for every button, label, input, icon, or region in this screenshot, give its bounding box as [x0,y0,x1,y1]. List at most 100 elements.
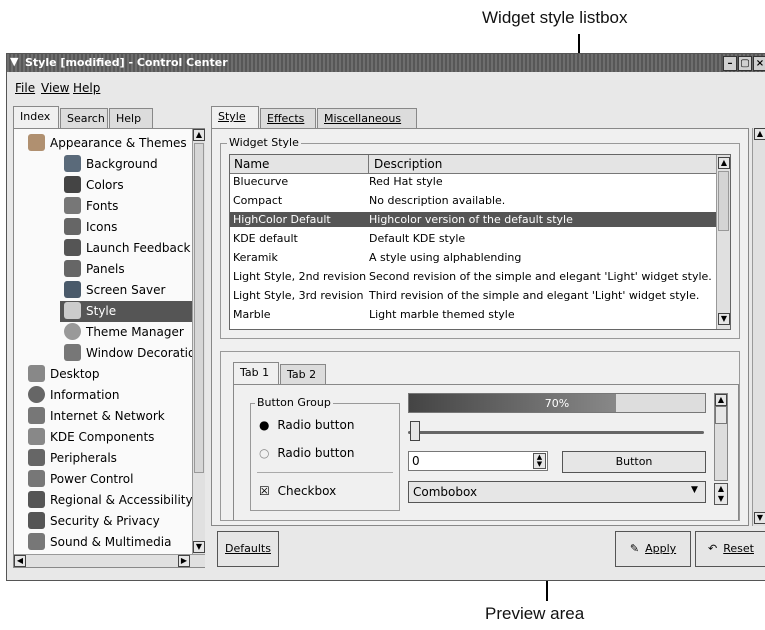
button-group: Button Group ● Radio button ○ Radio butt… [250,396,400,511]
tree-item-fonts[interactable]: Fonts [14,196,192,217]
list-item[interactable]: HighColor Default Highcolor version of th… [230,212,716,227]
callout-widget-style-listbox: Widget style listbox [482,8,628,27]
list-item[interactable]: KDE default Default KDE style [230,231,716,246]
control-center-window: ▼ Style [modified] - Control Center – ▢ … [6,53,765,581]
main-vertical-scrollbar[interactable]: ▲ ▼ [752,128,765,526]
launch-feedback-icon [64,239,81,256]
combobox[interactable]: Combobox ▼ [408,481,706,503]
title-bar[interactable]: ▼ Style [modified] - Control Center – ▢ … [7,54,765,72]
list-item-description: Default KDE style [369,232,466,245]
tree-item-style[interactable]: Style [60,301,192,322]
list-item[interactable]: Keramik A style using alphablending [230,250,716,265]
listbox-scroll-thumb[interactable] [718,171,729,231]
list-item-description: Highcolor version of the default style [369,213,573,226]
combobox-value: Combobox [413,485,478,499]
tree-item-theme-manager[interactable]: Theme Manager [14,322,192,343]
list-item-description: No description available. [369,194,506,207]
apply-button[interactable]: ✎ Apply [615,531,691,567]
column-header-name[interactable]: Name [234,157,269,171]
list-item[interactable]: Light Style, 3rd revision Third revision … [230,288,716,303]
icons-icon [64,218,81,235]
preview-vertical-scrollbar[interactable]: ▲ [714,393,728,481]
tree-item-regional-accessibility[interactable]: Regional & Accessibility [16,490,192,511]
close-icon[interactable]: × [753,56,765,71]
security-privacy-icon [28,512,45,529]
listbox-scroll-up-icon[interactable]: ▲ [718,157,730,169]
list-item-name: HighColor Default [233,213,331,226]
window-menu-icon[interactable]: ▼ [10,55,18,68]
minimize-icon[interactable]: – [723,56,737,71]
listbox-header: Name Description [230,155,716,174]
tab-search[interactable]: Search [60,108,108,128]
tree-item-panels[interactable]: Panels [14,259,192,280]
preview-spin-arrows-icon[interactable]: ▲ ▼ [714,483,728,505]
list-item[interactable]: Light Style, 2nd revision Second revision… [230,269,716,284]
list-item-name: Light Style, 3rd revision [233,289,364,302]
listbox-scroll-down-icon[interactable]: ▼ [718,313,730,325]
tab-help[interactable]: Help [109,108,153,128]
style-icon [64,302,81,319]
radio-button-1[interactable]: ● Radio button [259,418,354,432]
menu-bar: File View Help [7,73,765,95]
list-item-name: Marble [233,308,271,321]
main-scroll-down-icon[interactable]: ▼ [754,512,765,524]
tree-item-icons[interactable]: Icons [14,217,192,238]
tree-item-background[interactable]: Background [14,154,192,175]
preview-tab-1[interactable]: Tab 1 [233,362,279,384]
tab-effects[interactable]: Effects [260,108,316,128]
tab-miscellaneous[interactable]: Miscellaneous [317,108,417,128]
spinbox[interactable]: 0 ▲ ▼ [408,451,548,471]
spinbox-value: 0 [412,454,420,468]
tree-horizontal-scrollbar[interactable]: ◀ ▶ [14,554,205,567]
column-header-description[interactable]: Description [374,157,442,171]
scroll-left-arrow-icon[interactable]: ◀ [14,555,26,567]
slider-track [408,431,704,434]
list-item-name: Keramik [233,251,278,264]
tab-index[interactable]: Index [13,106,59,128]
scroll-up-arrow-icon[interactable]: ▲ [193,129,205,141]
slider[interactable] [408,421,706,443]
list-item[interactable]: Compact No description available. [230,193,716,208]
preview-button[interactable]: Button [562,451,706,473]
radio-button-2[interactable]: ○ Radio button [259,446,354,460]
tree-item-colors[interactable]: Colors [14,175,192,196]
scrollbar-thumb[interactable] [194,143,204,473]
preview-tab-2[interactable]: Tab 2 [280,364,326,384]
checkbox[interactable]: ☒ Checkbox [259,484,336,498]
style-tab-content: Widget Style Name Description Bluecurve R… [211,128,749,526]
defaults-button[interactable]: Defaults [217,531,279,567]
widget-style-listbox[interactable]: Name Description Bluecurve Red Hat style C… [229,154,731,330]
tree-item-screen-saver[interactable]: Screen Saver [14,280,192,301]
list-item[interactable]: Marble Light marble themed style [230,307,716,322]
column-header-divider [368,155,369,173]
preview-scroll-thumb[interactable] [715,406,727,424]
desktop-icon [28,365,45,382]
navigation-tree: Appearance & Themes Background Colors Fo… [13,128,205,568]
list-item-description: Light marble themed style [369,308,515,321]
scroll-down-arrow-icon[interactable]: ▼ [193,541,205,553]
tree-item-launch-feedback[interactable]: Launch Feedback [14,238,192,259]
tree-item-window-decorations[interactable]: Window Decorations [14,343,192,364]
preview-tab-page: Button Group ● Radio button ○ Radio butt… [233,384,739,520]
main-scroll-up-icon[interactable]: ▲ [754,128,765,140]
preview-scroll-up-icon[interactable]: ▲ [715,394,727,406]
list-item[interactable]: Bluecurve Red Hat style [230,174,716,189]
tree-vertical-scrollbar[interactable]: ▲ ▼ [192,129,205,554]
list-item-name: Light Style, 2nd revision [233,270,367,283]
spinbox-arrows-icon[interactable]: ▲ ▼ [533,453,546,469]
maximize-icon[interactable]: ▢ [738,56,752,71]
theme-manager-icon [64,323,81,340]
scroll-right-arrow-icon[interactable]: ▶ [178,555,190,567]
reset-icon: ↶ [708,542,718,555]
reset-button[interactable]: ↶ Reset [695,531,765,567]
tab-style[interactable]: Style [211,106,259,128]
listbox-scrollbar[interactable]: ▲ ▼ [716,155,730,329]
colors-icon [64,176,81,193]
kde-components-icon [28,428,45,445]
radio-checked-icon: ● [259,418,270,432]
combobox-arrow-icon: ▼ [691,485,698,495]
list-item-description: Third revision of the simple and elegant… [369,289,700,302]
slider-handle[interactable] [410,421,420,441]
appearance-icon [28,134,45,151]
list-item-description: Second revision of the simple and elegan… [369,270,712,283]
